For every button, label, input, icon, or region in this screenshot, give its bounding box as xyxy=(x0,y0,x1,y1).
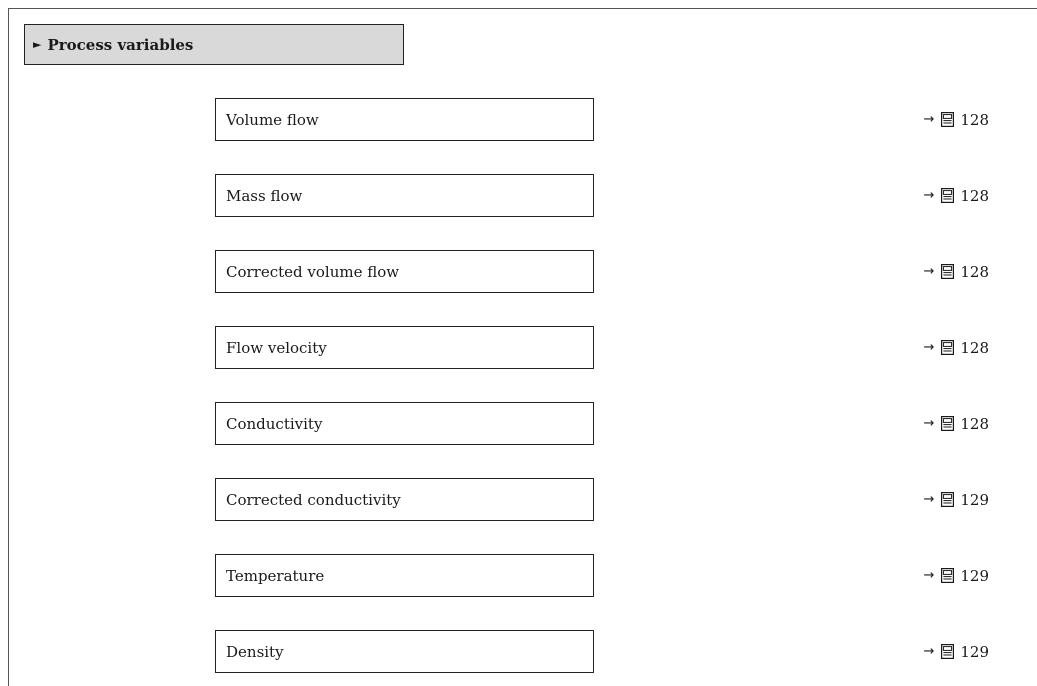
arrow-right-icon: → xyxy=(923,264,935,279)
parameter-row-temperature: Temperature → 129 xyxy=(215,554,995,597)
book-icon xyxy=(941,264,955,279)
page-reference[interactable]: → 128 xyxy=(923,98,989,141)
parameter-label: Volume flow xyxy=(226,110,319,129)
arrow-right-icon: → xyxy=(923,416,935,431)
parameter-box-volume-flow[interactable]: Volume flow xyxy=(215,98,594,141)
arrow-right-icon: → xyxy=(923,188,935,203)
parameter-box-mass-flow[interactable]: Mass flow xyxy=(215,174,594,217)
page-number: 128 xyxy=(960,414,989,433)
parameter-box-density[interactable]: Density xyxy=(215,630,594,673)
parameter-label: Mass flow xyxy=(226,186,303,205)
parameter-row-flow-velocity: Flow velocity → 128 xyxy=(215,326,995,369)
book-icon xyxy=(941,340,955,355)
parameter-label: Corrected volume flow xyxy=(226,262,400,281)
book-icon xyxy=(941,644,955,659)
parameter-box-conductivity[interactable]: Conductivity xyxy=(215,402,594,445)
parameter-row-mass-flow: Mass flow → 128 xyxy=(215,174,995,217)
parameter-list: Volume flow → 128 Mass flow → 128 Correc… xyxy=(0,0,1037,686)
page-number: 129 xyxy=(960,566,989,585)
book-icon xyxy=(941,492,955,507)
parameter-box-flow-velocity[interactable]: Flow velocity xyxy=(215,326,594,369)
page-number: 128 xyxy=(960,338,989,357)
page-reference[interactable]: → 128 xyxy=(923,250,989,293)
parameter-label: Corrected conductivity xyxy=(226,490,401,509)
page-reference[interactable]: → 128 xyxy=(923,326,989,369)
arrow-right-icon: → xyxy=(923,492,935,507)
page-number: 129 xyxy=(960,490,989,509)
parameter-row-conductivity: Conductivity → 128 xyxy=(215,402,995,445)
book-icon xyxy=(941,568,955,583)
parameter-box-temperature[interactable]: Temperature xyxy=(215,554,594,597)
parameter-label: Density xyxy=(226,642,284,661)
parameter-label: Conductivity xyxy=(226,414,323,433)
parameter-row-volume-flow: Volume flow → 128 xyxy=(215,98,995,141)
page-reference[interactable]: → 129 xyxy=(923,630,989,673)
page-number: 128 xyxy=(960,262,989,281)
book-icon xyxy=(941,188,955,203)
parameter-label: Flow velocity xyxy=(226,338,327,357)
arrow-right-icon: → xyxy=(923,644,935,659)
page-number: 128 xyxy=(960,110,989,129)
page-reference[interactable]: → 129 xyxy=(923,478,989,521)
page-reference[interactable]: → 128 xyxy=(923,402,989,445)
page-number: 128 xyxy=(960,186,989,205)
arrow-right-icon: → xyxy=(923,340,935,355)
parameter-box-corrected-conductivity[interactable]: Corrected conductivity xyxy=(215,478,594,521)
page-reference[interactable]: → 129 xyxy=(923,554,989,597)
parameter-row-corrected-volume-flow: Corrected volume flow → 128 xyxy=(215,250,995,293)
page-number: 129 xyxy=(960,642,989,661)
parameter-box-corrected-volume-flow[interactable]: Corrected volume flow xyxy=(215,250,594,293)
parameter-label: Temperature xyxy=(226,566,325,585)
parameter-row-density: Density → 129 xyxy=(215,630,995,673)
book-icon xyxy=(941,112,955,127)
arrow-right-icon: → xyxy=(923,112,935,127)
book-icon xyxy=(941,416,955,431)
page-reference[interactable]: → 128 xyxy=(923,174,989,217)
parameter-row-corrected-conductivity: Corrected conductivity → 129 xyxy=(215,478,995,521)
arrow-right-icon: → xyxy=(923,568,935,583)
